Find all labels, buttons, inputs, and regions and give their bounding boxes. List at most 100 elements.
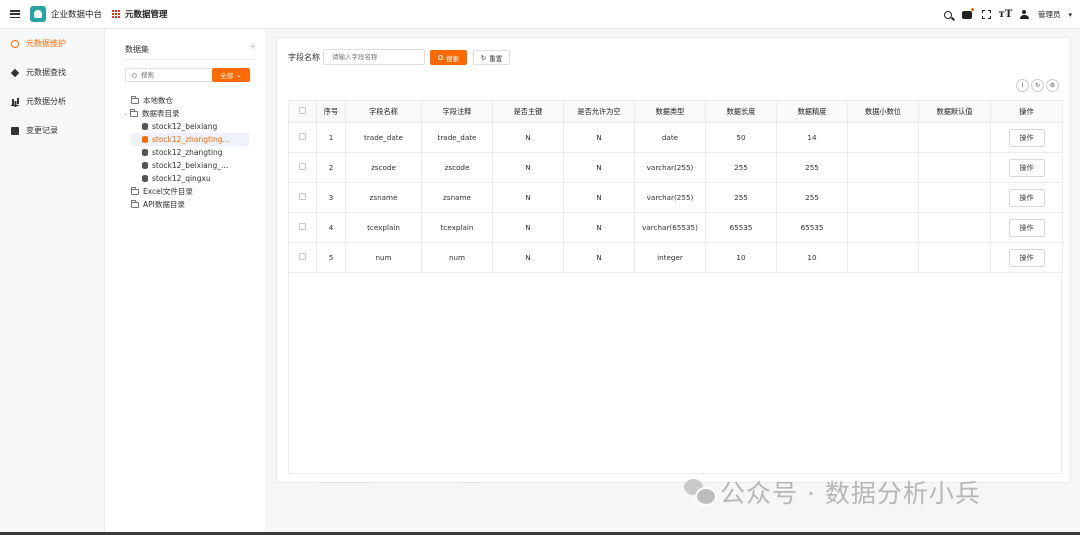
row-action-button[interactable]: 操作 xyxy=(1008,158,1045,177)
search-icon[interactable] xyxy=(943,9,954,20)
menu-toggle-icon[interactable] xyxy=(10,10,20,18)
row-action-button[interactable]: 操作 xyxy=(1008,248,1045,267)
tree-node-table[interactable]: stock12_qingxu xyxy=(131,172,261,185)
reset-button[interactable]: ↻ 重置 xyxy=(473,50,510,65)
topbar-actions: тT 管理员 ▾ xyxy=(943,0,1072,29)
cell-index: 2 xyxy=(316,152,346,183)
cell-field-name: trade_date xyxy=(345,122,422,153)
column-header: 字段名称 xyxy=(345,100,422,123)
app-logo xyxy=(30,6,46,22)
cell-nullable: N xyxy=(563,182,635,213)
chevron-down-icon[interactable]: ⌄ xyxy=(123,110,128,117)
fullscreen-icon[interactable] xyxy=(981,9,992,20)
cell-field-comment: zscode xyxy=(421,152,493,183)
tree-node-table-selected[interactable]: stock12_zhangting... xyxy=(131,133,249,146)
tree-node-table[interactable]: stock12_beixiang xyxy=(131,120,261,133)
row-select-cell xyxy=(288,152,317,183)
table-row: 4 tcexplain tcexplain N N varchar(65535)… xyxy=(288,212,1063,243)
user-name[interactable]: 管理员 xyxy=(1038,9,1061,20)
add-icon[interactable]: + xyxy=(249,42,257,52)
wechat-icon xyxy=(684,479,717,506)
tree-node-excel-directory[interactable]: Excel文件目录 xyxy=(131,185,261,198)
cell-data-type: varchar(255) xyxy=(634,152,706,183)
tree-node-label: stock12_beixiang_... xyxy=(152,161,229,170)
tree-search-input[interactable] xyxy=(141,71,201,79)
cell-index: 3 xyxy=(316,182,346,213)
cell-data-type: varchar(65535) xyxy=(634,212,706,243)
cell-data-type: varchar(255) xyxy=(634,182,706,213)
sidebar-item-label: 元数据维护 xyxy=(26,39,66,48)
row-checkbox[interactable] xyxy=(299,163,306,170)
search-button[interactable]: 搜索 xyxy=(430,50,467,65)
cell-field-comment: num xyxy=(421,242,493,273)
tree-search-box xyxy=(125,68,213,82)
row-checkbox[interactable] xyxy=(299,253,306,260)
cell-field-comment: tcexplain xyxy=(421,212,493,243)
cell-default xyxy=(918,152,991,183)
database-icon xyxy=(142,162,148,169)
sidebar-item-metadata-maintenance[interactable]: 元数据维护 xyxy=(0,29,104,58)
row-checkbox[interactable] xyxy=(299,133,306,140)
refresh-icon[interactable]: ↻ xyxy=(1031,79,1044,92)
toggle-search-icon[interactable]: I xyxy=(1016,79,1029,92)
column-header: 数据默认值 xyxy=(918,100,991,123)
sidebar-item-metadata-search[interactable]: 元数据查找 xyxy=(0,58,104,87)
cell-nullable: N xyxy=(563,152,635,183)
divider xyxy=(123,59,256,60)
message-icon[interactable] xyxy=(962,8,974,20)
database-icon xyxy=(142,136,148,143)
sidebar-item-metadata-analysis[interactable]: 元数据分析 xyxy=(0,87,104,116)
field-name-input[interactable] xyxy=(323,49,425,65)
cell-field-name: zscode xyxy=(345,152,422,183)
tree-filter-dropdown[interactable]: 全部 ⌄ xyxy=(212,68,250,82)
cell-default xyxy=(918,212,991,243)
watermark: 公众号 · 数据分析小兵 xyxy=(684,474,981,510)
font-size-icon[interactable]: тT xyxy=(999,9,1013,20)
row-checkbox[interactable] xyxy=(299,193,306,200)
pagination-fragment xyxy=(318,482,372,485)
cell-precision: 255 xyxy=(776,152,848,183)
cell-default xyxy=(918,242,991,273)
cell-scale xyxy=(847,122,919,153)
row-action-button[interactable]: 操作 xyxy=(1008,218,1045,237)
row-checkbox[interactable] xyxy=(299,223,306,230)
chevron-down-icon[interactable]: ▾ xyxy=(1068,11,1072,19)
cell-primary-key: N xyxy=(492,122,564,153)
cell-index: 4 xyxy=(316,212,346,243)
apps-grid-icon xyxy=(112,9,121,19)
tree-node-label: 数据表目录 xyxy=(142,109,180,118)
table-tools: I ↻ ⚙ xyxy=(1016,79,1059,92)
table-empty-area xyxy=(288,271,1062,474)
tree-node-table[interactable]: stock12_zhangting xyxy=(131,146,261,159)
notification-dot xyxy=(970,8,974,11)
sidebar-item-label: 元数据分析 xyxy=(26,97,66,106)
row-action-button[interactable]: 操作 xyxy=(1008,188,1045,207)
column-header: 是否主键 xyxy=(492,100,564,123)
watermark-text: 公众号 · 数据分析小兵 xyxy=(720,479,981,508)
tree-node-label: stock12_zhangting... xyxy=(152,135,230,144)
tree-node-label: stock12_zhangting xyxy=(152,148,223,157)
folder-icon xyxy=(131,95,139,104)
select-all-checkbox[interactable] xyxy=(299,107,306,114)
cell-length: 65535 xyxy=(705,212,777,243)
cell-field-comment: zsname xyxy=(421,182,493,213)
cell-scale xyxy=(847,212,919,243)
select-all-cell xyxy=(288,100,317,123)
cell-default xyxy=(918,182,991,213)
row-action-button[interactable]: 操作 xyxy=(1008,128,1045,147)
database-icon xyxy=(142,123,148,130)
cell-index: 5 xyxy=(316,242,346,273)
tree-node-table-directory[interactable]: ⌄ 数据表目录 xyxy=(123,107,261,120)
column-settings-icon[interactable]: ⚙ xyxy=(1046,79,1059,92)
search-button-label: 搜索 xyxy=(446,54,459,63)
tree-node-label: stock12_qingxu xyxy=(152,174,211,183)
tree-node-api-directory[interactable]: API数据目录 xyxy=(131,198,261,211)
sidebar-item-change-log[interactable]: 变更记录 xyxy=(0,116,104,145)
field-list-card: 字段名称 搜索 ↻ 重置 I ↻ ⚙ 序号 字段名称 字段注释 是否主键 是否允… xyxy=(276,37,1071,483)
tree-node-table[interactable]: stock12_beixiang_... xyxy=(131,159,261,172)
user-avatar-icon[interactable] xyxy=(1019,9,1030,20)
tree-panel-title: 数据集 xyxy=(125,45,149,54)
row-select-cell xyxy=(288,212,317,243)
tree-node-local-warehouse[interactable]: 本地数仓 xyxy=(131,94,261,107)
tree-list: 本地数仓 ⌄ 数据表目录 stock12_beixiang stock12_zh… xyxy=(123,94,261,211)
